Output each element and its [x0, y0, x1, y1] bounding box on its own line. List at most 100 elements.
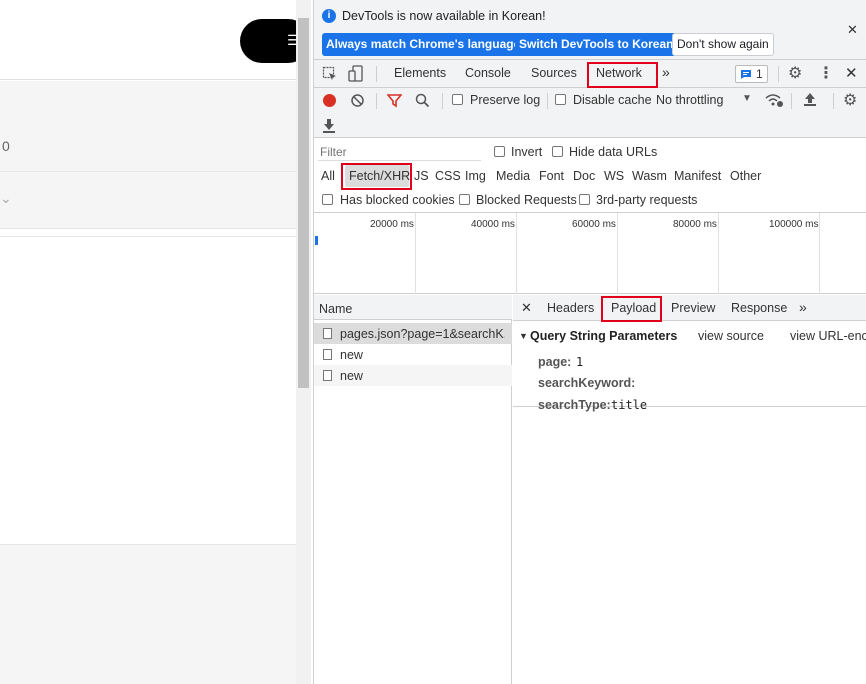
- disable-cache-checkbox[interactable]: [555, 94, 566, 105]
- filter-type-img[interactable]: Img: [465, 169, 486, 183]
- close-icon[interactable]: ✕: [847, 22, 858, 38]
- param-value: 1: [576, 355, 584, 369]
- filter-type-ws[interactable]: WS: [604, 169, 624, 183]
- language-infobar: i DevTools is now available in Korean! ✕…: [314, 0, 866, 60]
- settings-gear-icon[interactable]: ⚙: [788, 63, 802, 83]
- document-icon: [323, 349, 332, 360]
- divider: [833, 93, 834, 109]
- divider: [376, 93, 377, 109]
- search-icon[interactable]: [415, 93, 430, 108]
- info-icon: i: [322, 9, 336, 23]
- more-tabs-icon[interactable]: »: [662, 64, 670, 80]
- request-detail-panel: ✕ Headers Payload Preview Response » ▼ Q…: [513, 295, 866, 684]
- timeline-tick-label: 20000 ms: [370, 219, 414, 230]
- timeline-gridline: [415, 213, 416, 294]
- tab-sources[interactable]: Sources: [531, 66, 577, 80]
- page-footer: [0, 544, 296, 684]
- has-blocked-cookies-checkbox[interactable]: [322, 194, 333, 205]
- expand-triangle-icon[interactable]: ▼: [519, 331, 528, 341]
- tab-console[interactable]: Console: [465, 66, 511, 80]
- filter-type-manifest[interactable]: Manifest: [674, 169, 721, 183]
- throttling-select[interactable]: No throttling: [656, 93, 723, 107]
- param-value: title: [611, 398, 648, 412]
- request-name: new: [340, 369, 363, 383]
- blocked-requests-checkbox[interactable]: [459, 194, 470, 205]
- filter-type-doc[interactable]: Doc: [573, 169, 595, 183]
- filter-type-css[interactable]: CSS: [435, 169, 461, 183]
- always-match-language-button[interactable]: Always match Chrome's language: [322, 33, 525, 56]
- param-key: searchType:: [538, 398, 611, 412]
- clear-icon[interactable]: [350, 93, 365, 108]
- timeline-tick-label: 40000 ms: [471, 219, 515, 230]
- divider: [547, 93, 548, 109]
- request-name: pages.json?page=1&searchK...: [340, 327, 505, 341]
- dont-show-again-button[interactable]: Don't show again: [672, 33, 774, 56]
- record-icon[interactable]: [323, 94, 336, 107]
- chevron-down-icon: ⌄: [0, 190, 12, 206]
- issues-badge[interactable]: 1: [735, 65, 768, 83]
- filter-icon[interactable]: [387, 93, 402, 108]
- page-section: [0, 81, 296, 171]
- filter-type-other[interactable]: Other: [730, 169, 761, 183]
- preserve-log-checkbox[interactable]: [452, 94, 463, 105]
- view-source-link[interactable]: view source: [698, 329, 764, 343]
- detail-tabbar: ✕ Headers Payload Preview Response »: [513, 295, 866, 322]
- fetch-xhr-highlight: [341, 163, 412, 190]
- document-icon: [323, 370, 332, 381]
- timeline-gridline: [617, 213, 618, 294]
- third-party-requests-checkbox[interactable]: [579, 194, 590, 205]
- invert-checkbox[interactable]: [494, 146, 505, 157]
- import-har-icon[interactable]: [803, 92, 817, 107]
- filter-type-media[interactable]: Media: [496, 169, 530, 183]
- divider: [0, 236, 296, 237]
- export-har-icon[interactable]: [322, 118, 336, 133]
- more-detail-tabs-icon[interactable]: »: [799, 299, 807, 315]
- tab-response[interactable]: Response: [731, 301, 787, 315]
- devtools-panel: i DevTools is now available in Korean! ✕…: [313, 0, 866, 684]
- filter-bar: Invert Hide data URLs All Fetch/XHR JS C…: [314, 139, 866, 213]
- close-detail-icon[interactable]: ✕: [521, 300, 532, 316]
- page-dropdown[interactable]: [0, 171, 296, 229]
- filter-type-font[interactable]: Font: [539, 169, 564, 183]
- divider: [791, 93, 792, 109]
- divider: [778, 66, 779, 82]
- filter-type-wasm[interactable]: Wasm: [632, 169, 667, 183]
- devtools-tabbar: Elements Console Sources Network » 1 ⚙ ⋮…: [314, 60, 866, 88]
- request-list: Name pages.json?page=1&searchK... new ne…: [314, 295, 512, 684]
- filter-type-all[interactable]: All: [321, 169, 335, 183]
- request-list-header: Name: [314, 295, 512, 320]
- issues-count: 1: [756, 67, 763, 81]
- close-devtools-icon[interactable]: ✕: [845, 64, 858, 82]
- hide-data-urls-checkbox[interactable]: [552, 146, 563, 157]
- request-row[interactable]: new: [314, 365, 512, 386]
- message-icon: [741, 70, 751, 79]
- network-settings-gear-icon[interactable]: ⚙: [843, 90, 857, 110]
- infobar-message: DevTools is now available in Korean!: [342, 9, 546, 23]
- request-row[interactable]: new: [314, 344, 512, 365]
- tab-preview[interactable]: Preview: [671, 301, 715, 315]
- request-row[interactable]: pages.json?page=1&searchK...: [314, 323, 512, 344]
- page-number-text: 0: [2, 138, 10, 154]
- page-scrollbar-thumb[interactable]: [298, 18, 309, 388]
- inspect-element-icon[interactable]: [322, 66, 338, 82]
- filter-type-js[interactable]: JS: [414, 169, 429, 183]
- query-string-parameters-title[interactable]: Query String Parameters: [530, 329, 677, 343]
- timeline-tick-label: 100000 ms: [769, 219, 819, 230]
- switch-to-korean-button[interactable]: Switch DevTools to Korean: [515, 33, 678, 56]
- view-url-encoded-link[interactable]: view URL-enco: [790, 329, 866, 343]
- device-toolbar-icon[interactable]: [348, 65, 364, 83]
- web-page: ☰ 0 ⌄: [0, 0, 310, 684]
- tab-elements[interactable]: Elements: [394, 66, 446, 80]
- third-party-requests-label: 3rd-party requests: [596, 193, 698, 207]
- has-blocked-cookies-label: Has blocked cookies: [340, 193, 455, 207]
- timeline-request-bar: [315, 236, 318, 245]
- document-icon: [323, 328, 332, 339]
- tab-headers[interactable]: Headers: [547, 301, 594, 315]
- disable-cache-label: Disable cache: [573, 93, 652, 107]
- timeline-overview[interactable]: 20000 ms 40000 ms 60000 ms 80000 ms 1000…: [314, 213, 866, 294]
- more-options-icon[interactable]: ⋮: [818, 63, 834, 83]
- blocked-requests-label: Blocked Requests: [476, 193, 577, 207]
- network-conditions-icon[interactable]: [764, 92, 784, 108]
- filter-input[interactable]: [318, 144, 481, 161]
- name-column-header[interactable]: Name: [319, 302, 352, 316]
